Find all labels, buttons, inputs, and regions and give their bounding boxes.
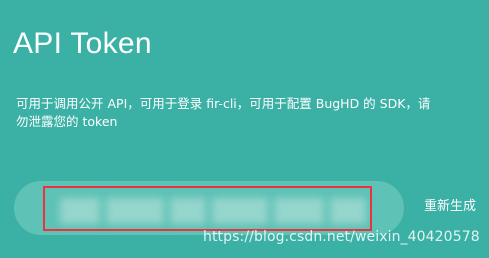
regenerate-token-button[interactable]: 重新生成	[424, 195, 476, 214]
watermark-text: https://blog.csdn.net/weixin_40420578	[203, 229, 480, 245]
page-title: API Token	[13, 27, 152, 60]
api-token-description: 可用于调用公开 API，可用于登录 fir-cli，可用于配置 BugHD 的 …	[16, 96, 431, 129]
highlight-annotation-box	[43, 186, 372, 231]
